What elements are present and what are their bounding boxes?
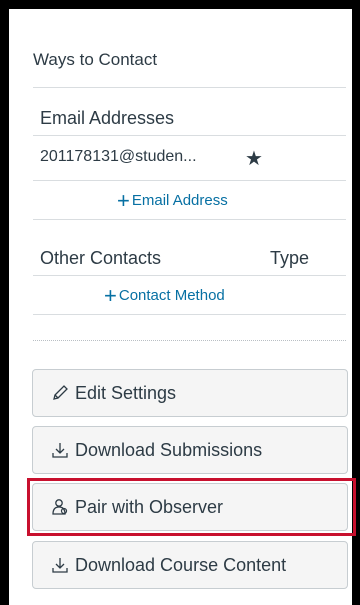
pencil-icon bbox=[49, 382, 71, 404]
divider bbox=[33, 135, 346, 136]
other-contacts-heading: Other Contacts bbox=[40, 248, 162, 268]
download-course-content-button[interactable]: Download Course Content bbox=[32, 541, 348, 589]
add-contact-method-label: Contact Method bbox=[118, 287, 225, 304]
edit-settings-label: Edit Settings bbox=[75, 382, 177, 403]
plus-icon: + bbox=[104, 283, 117, 308]
divider bbox=[33, 87, 346, 88]
plus-icon: + bbox=[117, 188, 130, 213]
add-contact-method-link[interactable]: + Contact Method bbox=[104, 283, 225, 309]
add-email-address-label: Email Address bbox=[131, 192, 228, 209]
download-icon bbox=[49, 439, 71, 461]
pair-with-observer-button[interactable]: Pair with Observer bbox=[32, 483, 348, 531]
dotted-divider bbox=[33, 340, 346, 341]
type-column-heading: Type bbox=[270, 248, 310, 268]
email-address-item[interactable]: 201178131@studen... bbox=[40, 148, 197, 166]
download-submissions-button[interactable]: Download Submissions bbox=[32, 426, 348, 474]
download-course-content-label: Download Course Content bbox=[75, 554, 287, 575]
user-pair-icon bbox=[49, 496, 71, 518]
edit-settings-button[interactable]: Edit Settings bbox=[32, 369, 348, 417]
email-addresses-heading: Email Addresses bbox=[40, 108, 175, 128]
download-submissions-label: Download Submissions bbox=[75, 439, 263, 460]
ways-to-contact-title: Ways to Contact bbox=[33, 50, 158, 69]
divider bbox=[33, 219, 346, 220]
star-icon[interactable]: ★ bbox=[245, 146, 263, 171]
pair-with-observer-label: Pair with Observer bbox=[75, 496, 224, 517]
add-email-address-link[interactable]: + Email Address bbox=[117, 188, 228, 214]
download-icon bbox=[49, 554, 71, 576]
divider bbox=[33, 314, 346, 315]
divider bbox=[33, 275, 346, 276]
divider bbox=[33, 180, 346, 181]
